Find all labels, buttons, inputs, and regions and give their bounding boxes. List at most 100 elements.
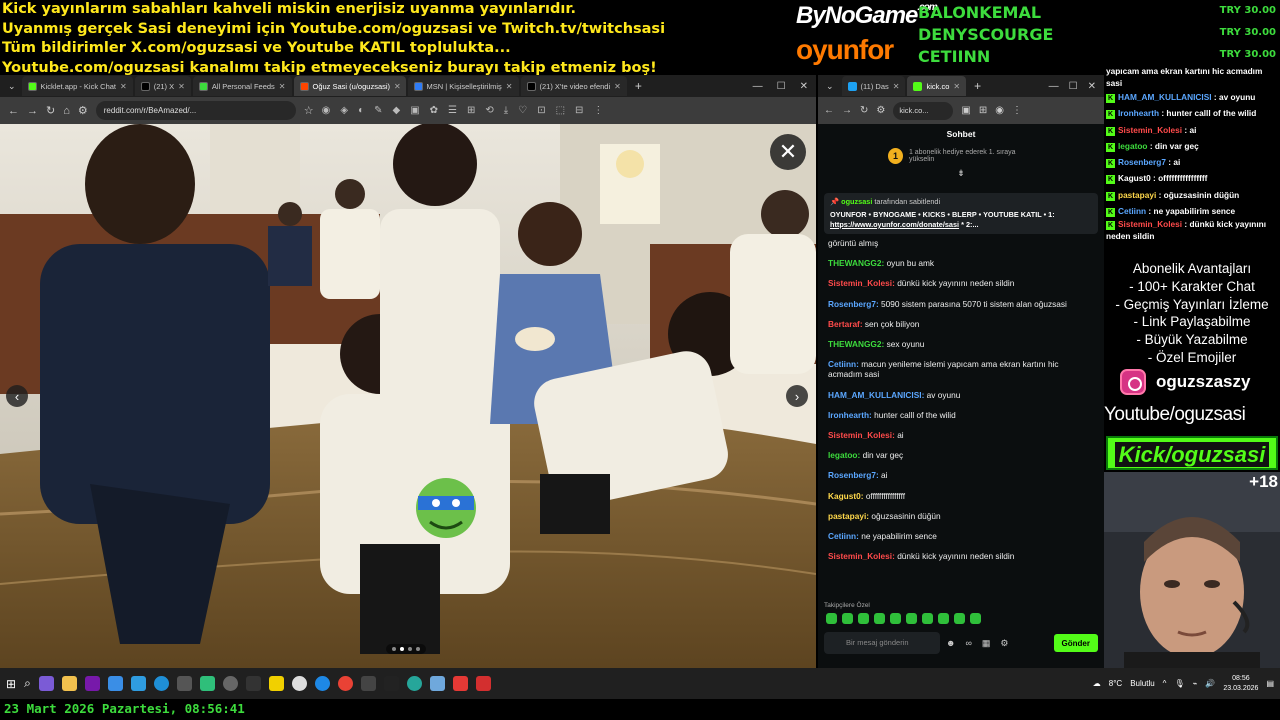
- browser-tab[interactable]: kick.co ✕: [907, 76, 967, 96]
- reload-icon[interactable]: ↻: [46, 104, 55, 117]
- emote-icon[interactable]: [970, 613, 981, 624]
- weather-icon[interactable]: ☁: [1093, 679, 1101, 688]
- start-icon[interactable]: ⊞: [6, 677, 16, 691]
- site-info-icon[interactable]: ⚙: [876, 105, 885, 116]
- onenote-icon[interactable]: [84, 676, 100, 691]
- chat-username[interactable]: Cetiinn: [828, 359, 856, 369]
- tab-search-icon[interactable]: ⌄: [4, 81, 20, 92]
- emote-icon[interactable]: [874, 613, 885, 624]
- browser-tab[interactable]: (21) X ✕: [134, 76, 191, 96]
- home-icon[interactable]: ⌂: [63, 105, 70, 117]
- folder-icon[interactable]: [61, 676, 77, 691]
- carousel-dot[interactable]: [416, 647, 420, 651]
- minimize-icon[interactable]: —: [1049, 81, 1059, 92]
- sub-goal-banner[interactable]: 1 1 abonelik hediye ederek 1. sıraya yük…: [818, 144, 1104, 168]
- chat-message-input[interactable]: Bir mesaj gönderin: [824, 632, 940, 654]
- emote-icon[interactable]: [826, 613, 837, 624]
- extension-icon[interactable]: ▣: [961, 105, 970, 116]
- volume-icon[interactable]: 🔊: [1205, 679, 1215, 688]
- chat-username[interactable]: pastapayi: [828, 511, 866, 521]
- close-window-icon[interactable]: ✕: [1088, 81, 1096, 92]
- notes-icon[interactable]: [268, 676, 284, 691]
- extension-icon[interactable]: ✿: [430, 105, 438, 116]
- chat-username[interactable]: Kagust0: [828, 491, 861, 501]
- minimize-icon[interactable]: —: [753, 81, 763, 92]
- tab-close-icon[interactable]: ✕: [178, 82, 185, 91]
- chat-message[interactable]: THEWANGG2: oyun bu amk: [828, 258, 1094, 268]
- scroll-down-icon[interactable]: ⇟: [818, 168, 1104, 179]
- extension-icon[interactable]: ⋮: [593, 105, 603, 116]
- extension-icon[interactable]: ▣: [410, 105, 419, 116]
- extension-icon[interactable]: ◉: [322, 105, 331, 116]
- app-icon[interactable]: [291, 676, 307, 691]
- app-icon[interactable]: [429, 676, 445, 691]
- extension-icon[interactable]: ⊡: [537, 105, 545, 116]
- window-app-icon[interactable]: [107, 676, 123, 691]
- extension-icon[interactable]: ⊞: [467, 105, 475, 116]
- tab-close-icon[interactable]: ✕: [120, 82, 127, 91]
- chat-message[interactable]: Sistemin_Kolesi: dünkü kick yayınını ned…: [828, 278, 1094, 288]
- edge-icon[interactable]: [153, 676, 169, 691]
- network-icon[interactable]: ⌁: [1193, 679, 1198, 688]
- tab-search-icon[interactable]: ⌄: [822, 81, 838, 92]
- chat-username[interactable]: Cetiinn: [828, 531, 856, 541]
- browser-tab[interactable]: (21) X'te video efendi ✕: [520, 76, 627, 96]
- chat-message[interactable]: Bertaraf: sen çok biliyon: [828, 319, 1094, 329]
- extension-icon[interactable]: ⬚: [556, 105, 565, 116]
- browser-tab[interactable]: Oğuz Sasi (u/oguzsasi) ✕: [293, 76, 406, 96]
- back-icon[interactable]: ←: [8, 105, 19, 117]
- music-icon[interactable]: [383, 676, 399, 691]
- chat-username[interactable]: Sistemin_Kolesi: [828, 278, 892, 288]
- vivaldi-icon[interactable]: [452, 676, 468, 691]
- chat-username[interactable]: legatoo: [828, 450, 858, 460]
- send-button[interactable]: Gönder: [1053, 634, 1098, 652]
- clock[interactable]: 08:56 23.03.2026: [1223, 674, 1258, 694]
- maximize-icon[interactable]: ☐: [1069, 81, 1078, 92]
- forward-icon[interactable]: →: [842, 105, 852, 116]
- chat-username[interactable]: HAM_AM_KULLANICISI: [828, 390, 922, 400]
- chat-username[interactable]: THEWANGG2: [828, 258, 881, 268]
- chat-username[interactable]: Sistemin_Kolesi: [828, 551, 892, 561]
- emote-icon[interactable]: [954, 613, 965, 624]
- close-window-icon[interactable]: ✕: [800, 81, 808, 92]
- app-icon[interactable]: [360, 676, 376, 691]
- notification-icon[interactable]: ▤: [1266, 679, 1274, 688]
- extension-icon[interactable]: ◆: [393, 105, 401, 116]
- extension-icon[interactable]: ♡: [518, 105, 527, 116]
- chat-message[interactable]: Cetiinn: ne yapabilirim sence: [828, 531, 1094, 541]
- prev-image-button[interactable]: ‹: [6, 385, 28, 407]
- emote-icon[interactable]: [890, 613, 901, 624]
- emoji-icon[interactable]: ☻: [946, 638, 955, 649]
- camera-icon[interactable]: [176, 676, 192, 691]
- tab-close-icon[interactable]: ✕: [506, 82, 513, 91]
- chat-message[interactable]: görüntü almış: [828, 238, 1094, 248]
- carousel-dot[interactable]: [392, 647, 396, 651]
- pen-app-icon[interactable]: [38, 676, 54, 691]
- app-icon[interactable]: [406, 676, 422, 691]
- search-icon[interactable]: ⌕: [24, 676, 31, 691]
- obs-icon[interactable]: [222, 676, 238, 691]
- reload-icon[interactable]: ↻: [860, 105, 868, 116]
- app-icon[interactable]: [314, 676, 330, 691]
- url-field[interactable]: reddit.com/r/BeAmazed/...: [95, 101, 296, 120]
- chevron-up-icon[interactable]: ^: [1163, 679, 1167, 688]
- browser-tab[interactable]: Kicklet.app - Kick Chat ✕: [21, 76, 133, 96]
- extension-icon[interactable]: ☰: [448, 105, 457, 116]
- chat-message[interactable]: Cetiinn: macun yenileme islemi yapıcam a…: [828, 359, 1094, 380]
- store-icon[interactable]: ▦: [982, 638, 991, 649]
- emote-icon[interactable]: [938, 613, 949, 624]
- back-icon[interactable]: ←: [824, 105, 834, 116]
- emote-icon[interactable]: [858, 613, 869, 624]
- app-icon[interactable]: [245, 676, 261, 691]
- chat-username[interactable]: Rosenberg7: [828, 470, 876, 480]
- site-info-icon[interactable]: ⚙: [78, 104, 88, 117]
- tab-close-icon[interactable]: ✕: [394, 82, 401, 91]
- chat-username[interactable]: Sistemin_Kolesi: [828, 430, 892, 440]
- avatar-icon[interactable]: ◉: [995, 105, 1004, 116]
- extension-icon[interactable]: ⊞: [979, 105, 987, 116]
- emote-icon[interactable]: [842, 613, 853, 624]
- browser-tab[interactable]: MSN | Kişiselleştirilmiş ✕: [407, 76, 519, 96]
- chat-message[interactable]: Sistemin_Kolesi: ai: [828, 430, 1094, 440]
- skype-icon[interactable]: [130, 676, 146, 691]
- chat-message[interactable]: THEWANGG2: sex oyunu: [828, 339, 1094, 349]
